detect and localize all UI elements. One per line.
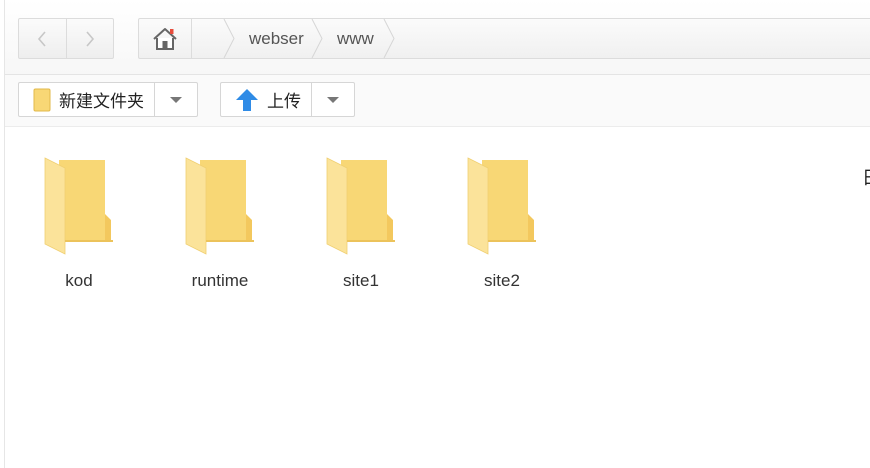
upload-button[interactable]: 上传 bbox=[221, 83, 311, 116]
history-nav bbox=[18, 18, 114, 59]
breadcrumb-webser[interactable]: webser bbox=[249, 19, 304, 58]
new-folder-split-button: 新建文件夹 bbox=[18, 82, 198, 117]
clipped-edge-text: 日 bbox=[862, 164, 870, 190]
file-item-kod[interactable]: kod bbox=[29, 149, 129, 294]
file-item-runtime[interactable]: runtime bbox=[170, 149, 270, 294]
folder-icon bbox=[326, 157, 395, 255]
file-name: runtime bbox=[191, 271, 249, 290]
chevron-left-icon bbox=[38, 30, 47, 47]
breadcrumb-separator bbox=[311, 19, 323, 58]
file-name: site1 bbox=[343, 271, 379, 290]
file-item-site1[interactable]: site1 bbox=[311, 149, 411, 294]
new-folder-dropdown[interactable] bbox=[154, 83, 197, 116]
folder-icon bbox=[33, 88, 51, 112]
upload-split-button: 上传 bbox=[220, 82, 355, 117]
upload-label: 上传 bbox=[267, 92, 301, 111]
folder-icon bbox=[467, 157, 536, 255]
breadcrumb-separator bbox=[383, 19, 395, 58]
upload-dropdown[interactable] bbox=[311, 83, 354, 116]
file-name: site2 bbox=[484, 271, 520, 290]
file-grid: kod runtime site1 site2 bbox=[0, 127, 870, 468]
top-bar: webser www bbox=[5, 0, 870, 75]
caret-down-icon bbox=[170, 96, 182, 103]
folder-icon bbox=[185, 157, 254, 255]
breadcrumb-separator bbox=[223, 19, 235, 58]
home-button[interactable] bbox=[139, 19, 192, 58]
file-item-site2[interactable]: site2 bbox=[452, 149, 552, 294]
chevron-right-icon bbox=[86, 30, 95, 47]
new-folder-label: 新建文件夹 bbox=[59, 92, 144, 111]
file-name: kod bbox=[65, 271, 93, 290]
upload-arrow-icon bbox=[235, 88, 259, 112]
address-bar[interactable]: webser www bbox=[138, 18, 870, 59]
home-icon bbox=[153, 27, 177, 50]
toolbar: 新建文件夹 上传 bbox=[5, 75, 870, 127]
folder-icon bbox=[44, 157, 113, 255]
new-folder-button[interactable]: 新建文件夹 bbox=[19, 83, 154, 116]
back-button[interactable] bbox=[19, 19, 66, 58]
caret-down-icon bbox=[327, 96, 339, 103]
breadcrumb-www[interactable]: www bbox=[337, 19, 374, 58]
forward-button[interactable] bbox=[65, 19, 113, 58]
